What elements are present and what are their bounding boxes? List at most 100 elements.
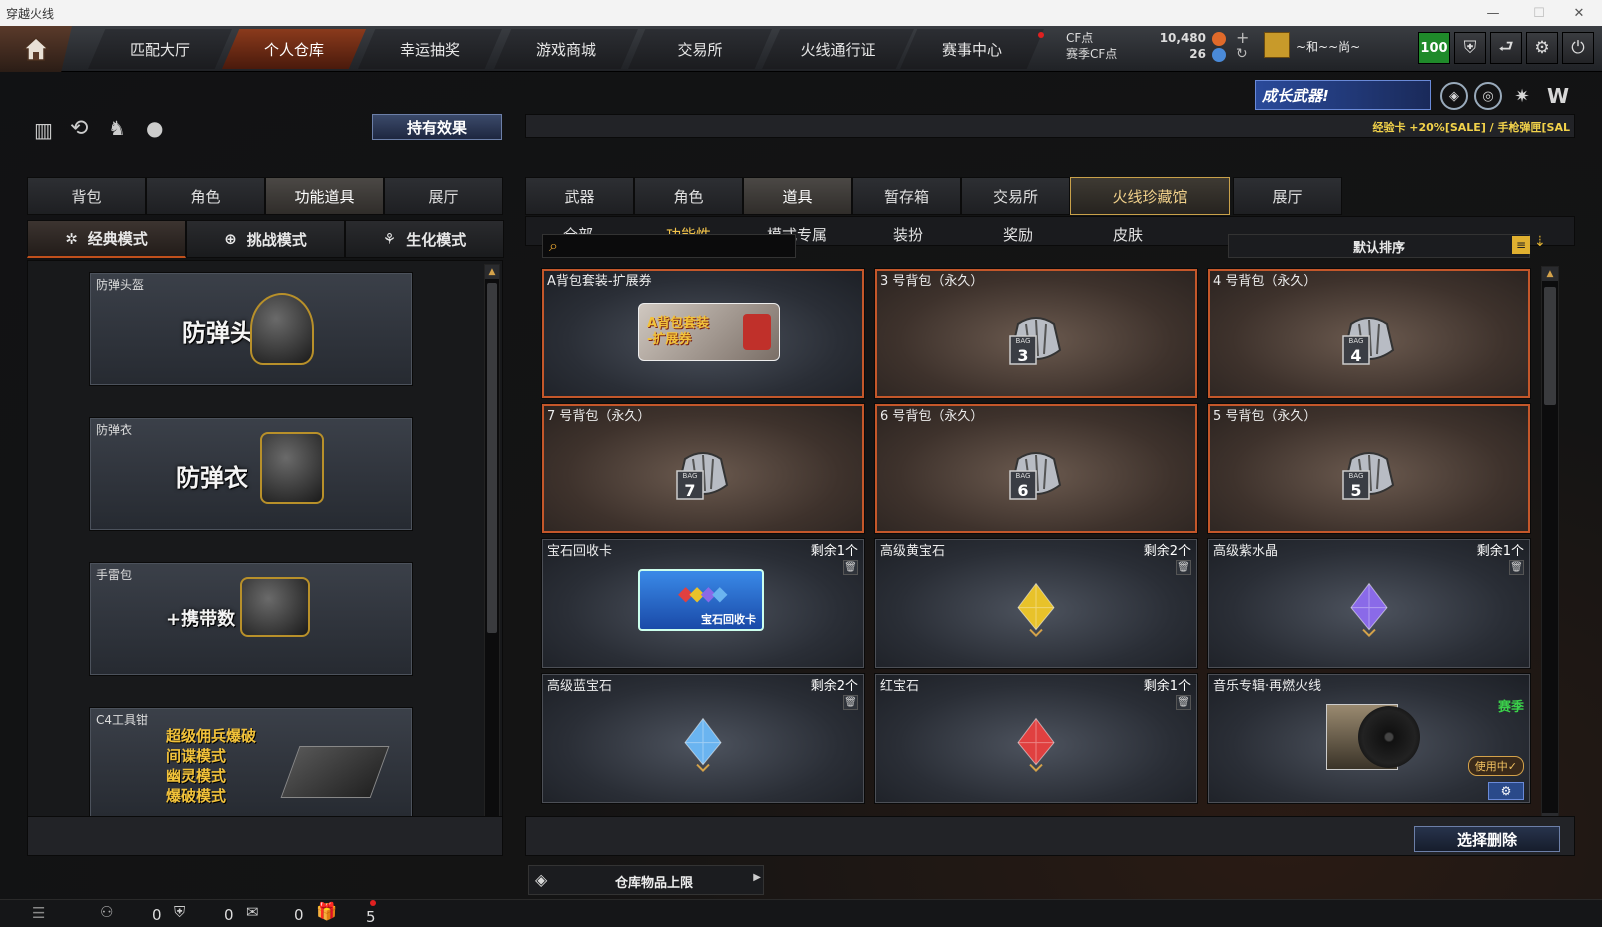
list-view-icon[interactable]: ≡ bbox=[1512, 236, 1530, 254]
back-icon[interactable]: ⮐ bbox=[1490, 32, 1522, 64]
inventory-item[interactable]: 6 号背包（永久） BAG 6 bbox=[874, 403, 1198, 534]
trash-icon[interactable]: 🗑 bbox=[1509, 560, 1524, 575]
left-tab-3[interactable]: 展厅 bbox=[384, 177, 503, 215]
globe-icon[interactable]: ◎ bbox=[1474, 82, 1502, 110]
c4-mode-line: 超级佣兵爆破 bbox=[166, 727, 257, 745]
stats-icon[interactable]: ▥ bbox=[34, 118, 53, 142]
character-icon[interactable]: ♞ bbox=[108, 116, 126, 140]
sort-dropdown[interactable]: 默认排序 bbox=[1228, 234, 1530, 258]
inventory-item[interactable]: 4 号背包（永久） BAG 4 bbox=[1207, 268, 1531, 399]
left-tab-label: 背包 bbox=[71, 187, 102, 206]
shield-icon[interactable]: ⛨ bbox=[1454, 32, 1486, 64]
mode-tab-0[interactable]: ✲ 经典模式 bbox=[27, 220, 186, 258]
nav-tab-4[interactable]: 交易所 bbox=[628, 29, 772, 69]
logo-icon[interactable]: W bbox=[1544, 82, 1572, 110]
nav-tab-2[interactable]: 幸运抽奖 bbox=[358, 29, 502, 69]
nav-tab-0[interactable]: 匹配大厅 bbox=[88, 29, 232, 69]
effects-button[interactable]: 持有效果 bbox=[372, 114, 502, 140]
mode-icon: ⚘ bbox=[382, 230, 397, 248]
mode-tab-2[interactable]: ⚘ 生化模式 bbox=[345, 220, 504, 258]
scroll-thumb[interactable] bbox=[1544, 287, 1556, 405]
minimize-button[interactable]: — bbox=[1470, 0, 1516, 26]
rotate-icon[interactable]: ⟲ bbox=[70, 116, 88, 141]
right-tab-6[interactable]: 展厅 bbox=[1233, 177, 1342, 215]
right-tab-0[interactable]: 武器 bbox=[525, 177, 634, 215]
right-tab-5[interactable]: 火线珍藏馆 bbox=[1070, 177, 1230, 215]
search-box[interactable]: ⌕ bbox=[542, 234, 796, 258]
home-button[interactable] bbox=[0, 26, 72, 72]
right-tab-2[interactable]: 道具 bbox=[743, 177, 852, 215]
subtab-4[interactable]: 奖励 bbox=[1003, 224, 1033, 245]
item-name: 3 号背包（永久） bbox=[880, 274, 984, 289]
inventory-item[interactable]: 音乐专辑·再燃火线 赛季 使用中✓ ⚙ bbox=[1207, 673, 1531, 804]
scroll-up-arrow[interactable]: ▲ bbox=[485, 265, 499, 279]
item-name: 高级蓝宝石 bbox=[547, 679, 613, 694]
storage-limit-bar[interactable]: ◈ 仓库物品上限 ▶ bbox=[528, 865, 764, 895]
nav-tab-5[interactable]: 火线通行证 bbox=[762, 29, 914, 69]
ticket-art: A背包套装 -扩展券 bbox=[638, 303, 780, 361]
refresh-cf-button[interactable]: ↻ bbox=[1236, 46, 1248, 62]
friends-icon[interactable]: ⚇ bbox=[100, 903, 113, 921]
in-use-badge[interactable]: 使用中✓ bbox=[1467, 756, 1524, 776]
nav-tab-1[interactable]: 个人仓库 bbox=[222, 29, 366, 69]
growth-weapon-banner[interactable]: 成长武器! bbox=[1255, 80, 1431, 110]
right-tab-4[interactable]: 交易所 bbox=[961, 177, 1070, 215]
power-icon[interactable]: ⏻ bbox=[1562, 32, 1594, 64]
menu-icon[interactable]: ☰ bbox=[32, 904, 45, 922]
chat-icon[interactable]: ✉ bbox=[246, 903, 259, 921]
left-tab-0[interactable]: 背包 bbox=[27, 177, 146, 215]
left-tab-1[interactable]: 角色 bbox=[146, 177, 265, 215]
subtab-label: 皮肤 bbox=[1113, 226, 1144, 244]
effect-item[interactable]: C4工具钳 超级佣兵爆破 间谍模式 幽灵模式 爆破模式 bbox=[89, 707, 413, 821]
effect-item[interactable]: 防弹头盔 防弹头盔 bbox=[89, 272, 413, 386]
effect-item[interactable]: 手雷包 +携带数 bbox=[89, 562, 413, 676]
user-name[interactable]: ~和~~尚~ bbox=[1296, 38, 1360, 55]
search-input[interactable] bbox=[569, 237, 789, 255]
right-tab-3[interactable]: 暂存箱 bbox=[852, 177, 961, 215]
sort-order-icon[interactable]: ⇣ bbox=[1534, 234, 1550, 256]
subtab-5[interactable]: 皮肤 bbox=[1113, 224, 1143, 245]
nav-tab-6[interactable]: 赛事中心 bbox=[900, 29, 1044, 69]
nav-tab-3[interactable]: 游戏商城 bbox=[494, 29, 638, 69]
season-cf-label: 赛季CF点 bbox=[1066, 47, 1118, 61]
inventory-item[interactable]: A背包套装-扩展券 A背包套装 -扩展券 bbox=[541, 268, 865, 399]
inventory-item[interactable]: 高级紫水晶 剩余1个 🗑 bbox=[1207, 538, 1531, 669]
inventory-item[interactable]: 7 号背包（永久） BAG 7 bbox=[541, 403, 865, 534]
subtab-3[interactable]: 装扮 bbox=[893, 224, 923, 245]
inventory-item[interactable]: 红宝石 剩余1个 🗑 bbox=[874, 673, 1198, 804]
gift-icon[interactable]: 🎁 bbox=[316, 902, 337, 922]
mode-tab-1[interactable]: ⊕ 挑战模式 bbox=[186, 220, 345, 258]
user-level-badge[interactable]: 100 bbox=[1418, 32, 1450, 64]
scroll-thumb[interactable] bbox=[487, 283, 497, 633]
clan-icon[interactable]: ⛨ bbox=[174, 903, 185, 921]
left-tab-2[interactable]: 功能道具 bbox=[265, 177, 384, 215]
inventory-item[interactable]: 5 号背包（永久） BAG 5 bbox=[1207, 403, 1531, 534]
trash-icon[interactable]: 🗑 bbox=[843, 560, 858, 575]
star-icon[interactable]: ✷ bbox=[1508, 82, 1536, 110]
expand-icon[interactable]: ▶ bbox=[753, 872, 761, 883]
trash-icon[interactable]: 🗑 bbox=[1176, 560, 1191, 575]
gear-icon[interactable]: ⚙ bbox=[1488, 782, 1524, 800]
item-name: 音乐专辑·再燃火线 bbox=[1213, 679, 1322, 694]
scroll-up-arrow[interactable]: ▲ bbox=[1542, 267, 1558, 281]
mode-label: 经典模式 bbox=[87, 230, 148, 248]
inventory-item[interactable]: 高级黄宝石 剩余2个 🗑 bbox=[874, 538, 1198, 669]
inventory-item[interactable]: 3 号背包（永久） BAG 3 bbox=[874, 268, 1198, 399]
effect-item[interactable]: 防弹衣 防弹衣 bbox=[89, 417, 413, 531]
close-button[interactable]: ✕ bbox=[1556, 0, 1602, 26]
inventory-item[interactable]: 宝石回收卡 剩余1个 🗑 ◆◆◆◆ 宝石回收卡 bbox=[541, 538, 865, 669]
add-cf-button[interactable]: + bbox=[1236, 28, 1249, 47]
grenade-icon[interactable]: ● bbox=[146, 116, 163, 140]
right-scrollbar[interactable]: ▲ ▼ bbox=[1541, 266, 1559, 828]
inventory-item[interactable]: 高级蓝宝石 剩余2个 🗑 bbox=[541, 673, 865, 804]
gem-icon bbox=[684, 717, 722, 772]
gear-icon[interactable]: ⚙ bbox=[1526, 32, 1558, 64]
backpack-icon: BAG5 bbox=[1342, 451, 1395, 500]
badge-icon[interactable]: ◈ bbox=[1440, 82, 1468, 110]
right-tab-label: 暂存箱 bbox=[883, 187, 929, 206]
left-scrollbar[interactable]: ▲ ▼ bbox=[484, 264, 500, 838]
trash-icon[interactable]: 🗑 bbox=[1176, 695, 1191, 710]
trash-icon[interactable]: 🗑 bbox=[843, 695, 858, 710]
right-tab-1[interactable]: 角色 bbox=[634, 177, 743, 215]
select-delete-button[interactable]: 选择删除 bbox=[1414, 826, 1560, 852]
